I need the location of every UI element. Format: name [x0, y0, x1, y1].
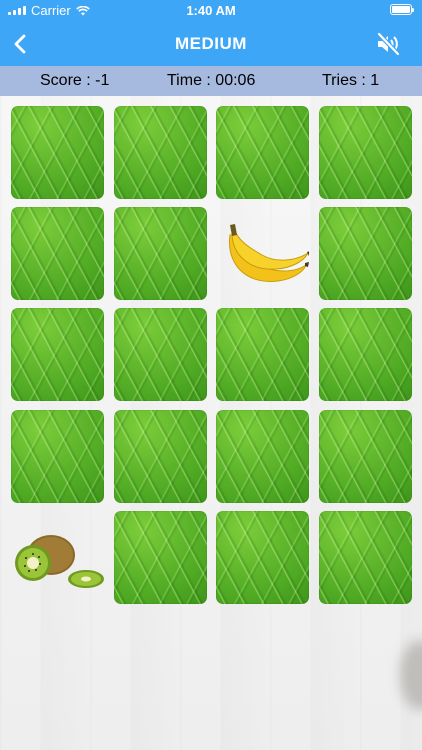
page-title: MEDIUM — [175, 34, 247, 53]
card-facedown[interactable] — [216, 106, 309, 199]
card-facedown[interactable] — [216, 511, 309, 604]
card-facedown[interactable] — [11, 207, 104, 300]
nav-bar: MEDIUM — [0, 22, 422, 66]
card-facedown[interactable] — [319, 207, 412, 300]
sound-muted-icon[interactable] — [374, 30, 402, 58]
card-grid — [0, 96, 422, 616]
score-label: Score : -1 — [40, 72, 110, 89]
card-facedown[interactable] — [216, 410, 309, 503]
card-facedown[interactable] — [11, 308, 104, 401]
card-facedown[interactable] — [319, 308, 412, 401]
card-facedown[interactable] — [11, 106, 104, 199]
status-time: 1:40 AM — [186, 3, 236, 18]
card-facedown[interactable] — [114, 106, 207, 199]
card-facedown[interactable] — [319, 106, 412, 199]
card-revealed-banana[interactable] — [216, 207, 309, 300]
card-facedown[interactable] — [319, 511, 412, 604]
stats-bar: Score : -1 Time : 00:06 Tries : 1 — [0, 66, 422, 96]
card-facedown[interactable] — [114, 207, 207, 300]
card-facedown[interactable] — [11, 410, 104, 503]
status-bar: Carrier 1:40 AM — [0, 0, 422, 22]
card-facedown[interactable] — [114, 308, 207, 401]
card-facedown[interactable] — [114, 410, 207, 503]
battery-icon — [390, 4, 414, 15]
card-facedown[interactable] — [216, 308, 309, 401]
card-facedown[interactable] — [319, 410, 412, 503]
banana-icon — [228, 224, 309, 282]
card-revealed-kiwi[interactable] — [11, 511, 104, 604]
card-facedown[interactable] — [114, 511, 207, 604]
kiwi-icon — [15, 535, 104, 588]
tries-label: Tries : 1 — [322, 72, 380, 89]
time-label: Time : 00:06 — [167, 72, 256, 89]
